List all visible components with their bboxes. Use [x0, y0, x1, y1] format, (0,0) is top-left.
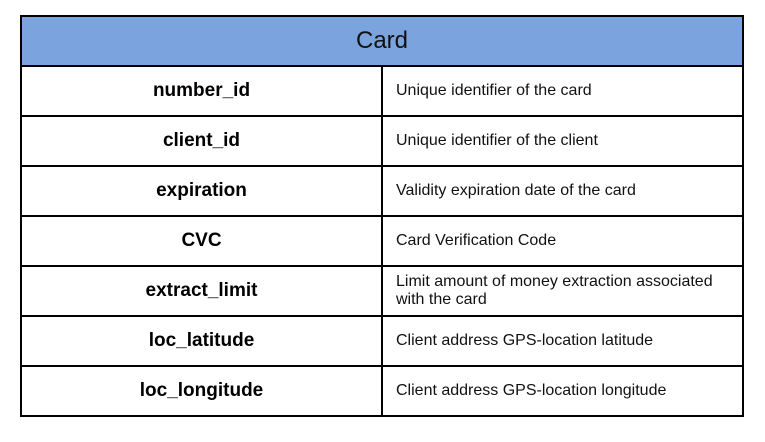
field-description: Client address GPS-location latitude: [381, 315, 744, 367]
table-row: loc_longitude Client address GPS-locatio…: [20, 365, 744, 417]
table-row: extract_limit Limit amount of money extr…: [20, 265, 744, 317]
table-row: number_id Unique identifier of the card: [20, 65, 744, 117]
table-title-row: Card: [20, 15, 744, 67]
field-name: expiration: [20, 165, 383, 217]
field-description: Client address GPS-location longitude: [381, 365, 744, 417]
field-name: number_id: [20, 65, 383, 117]
field-name: extract_limit: [20, 265, 383, 317]
table-row: client_id Unique identifier of the clien…: [20, 115, 744, 167]
table-row: loc_latitude Client address GPS-location…: [20, 315, 744, 367]
table-row: expiration Validity expiration date of t…: [20, 165, 744, 217]
card-table: Card number_id Unique identifier of the …: [20, 15, 744, 417]
field-name: client_id: [20, 115, 383, 167]
table-body: number_id Unique identifier of the card …: [20, 65, 744, 417]
table-title: Card: [20, 15, 744, 67]
table-row: CVC Card Verification Code: [20, 215, 744, 267]
field-description: Limit amount of money extraction associa…: [381, 265, 744, 317]
field-name: loc_longitude: [20, 365, 383, 417]
field-name: CVC: [20, 215, 383, 267]
table-header: Card: [20, 15, 744, 67]
field-name: loc_latitude: [20, 315, 383, 367]
field-description: Unique identifier of the card: [381, 65, 744, 117]
page: Card number_id Unique identifier of the …: [0, 0, 765, 442]
field-description: Unique identifier of the client: [381, 115, 744, 167]
field-description: Card Verification Code: [381, 215, 744, 267]
field-description: Validity expiration date of the card: [381, 165, 744, 217]
